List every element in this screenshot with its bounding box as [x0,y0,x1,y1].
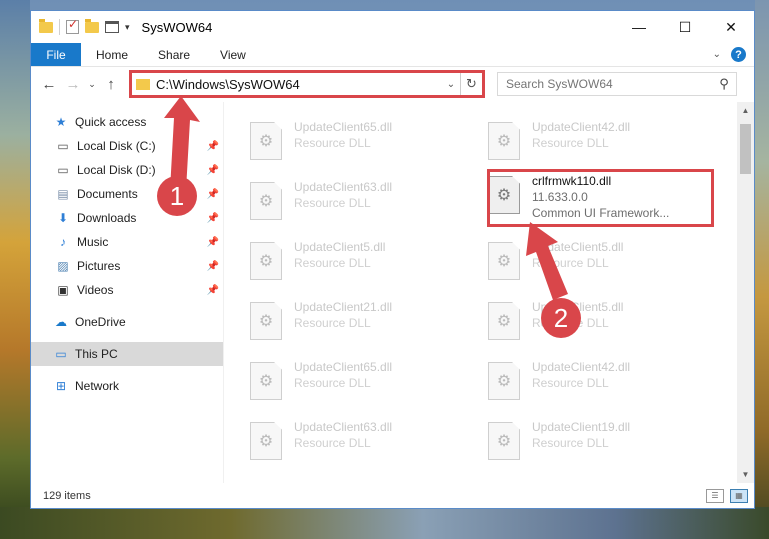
callout-arrows [164,96,568,300]
callout-badge-2: 2 [541,298,581,338]
arrow-2 [526,222,568,300]
callout-badge-1: 1 [157,176,197,216]
